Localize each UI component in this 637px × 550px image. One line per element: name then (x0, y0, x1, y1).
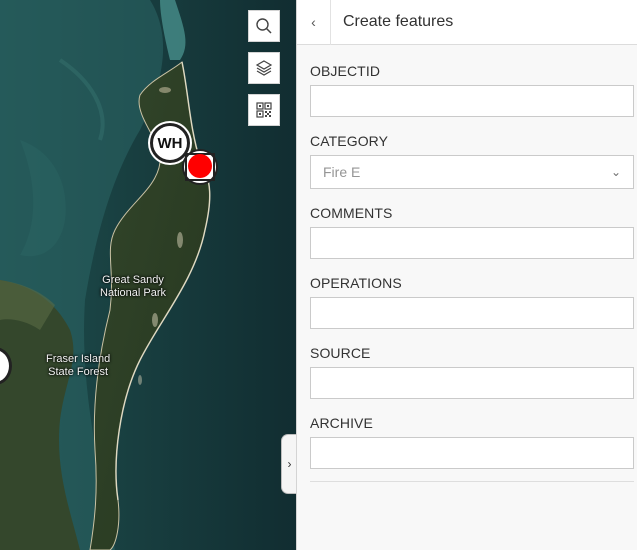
objectid-input[interactable] (310, 85, 634, 117)
chevron-down-icon: ⌄ (610, 165, 621, 179)
category-label: CATEGORY (310, 133, 389, 149)
comments-input[interactable] (310, 227, 634, 259)
category-value: Fire E (323, 164, 361, 180)
archive-input[interactable] (310, 437, 634, 469)
layers-icon (255, 60, 273, 76)
chevron-right-icon: › (287, 457, 292, 471)
panel-title: Create features (343, 13, 454, 30)
search-icon (256, 18, 272, 34)
source-input[interactable] (310, 367, 634, 399)
fire-marker[interactable] (181, 148, 219, 186)
chevron-left-icon: ‹ (311, 14, 316, 30)
create-features-panel: ‹ Create features OBJECTID CATEGORY Fire… (296, 0, 637, 550)
label-fraser-island-state-forest: Fraser Island State Forest (46, 353, 111, 378)
archive-label: ARCHIVE (310, 415, 373, 431)
qr-code-icon (256, 102, 272, 118)
operations-label: OPERATIONS (310, 275, 402, 291)
label-great-sandy-national-park: Great Sandy National Park (100, 274, 167, 299)
objectid-label: OBJECTID (310, 63, 381, 79)
wh-marker-label: WH (157, 134, 183, 152)
category-select[interactable]: Fire E ⌄ (310, 155, 634, 189)
back-button[interactable]: ‹ (297, 0, 331, 45)
layers-button[interactable] (248, 52, 280, 84)
search-button[interactable] (248, 10, 280, 42)
qr-code-button[interactable] (248, 94, 280, 126)
comments-label: COMMENTS (310, 205, 393, 221)
operations-input[interactable] (310, 297, 634, 329)
map-view[interactable]: Great Sandy National Park Fraser Island … (0, 0, 296, 550)
form-divider (310, 481, 634, 482)
expand-panel-button[interactable]: › (281, 434, 296, 494)
source-label: SOURCE (310, 345, 371, 361)
feature-form: OBJECTID CATEGORY Fire E ⌄ COMMENTS OPER… (297, 63, 637, 482)
panel-header: ‹ Create features (297, 0, 637, 45)
